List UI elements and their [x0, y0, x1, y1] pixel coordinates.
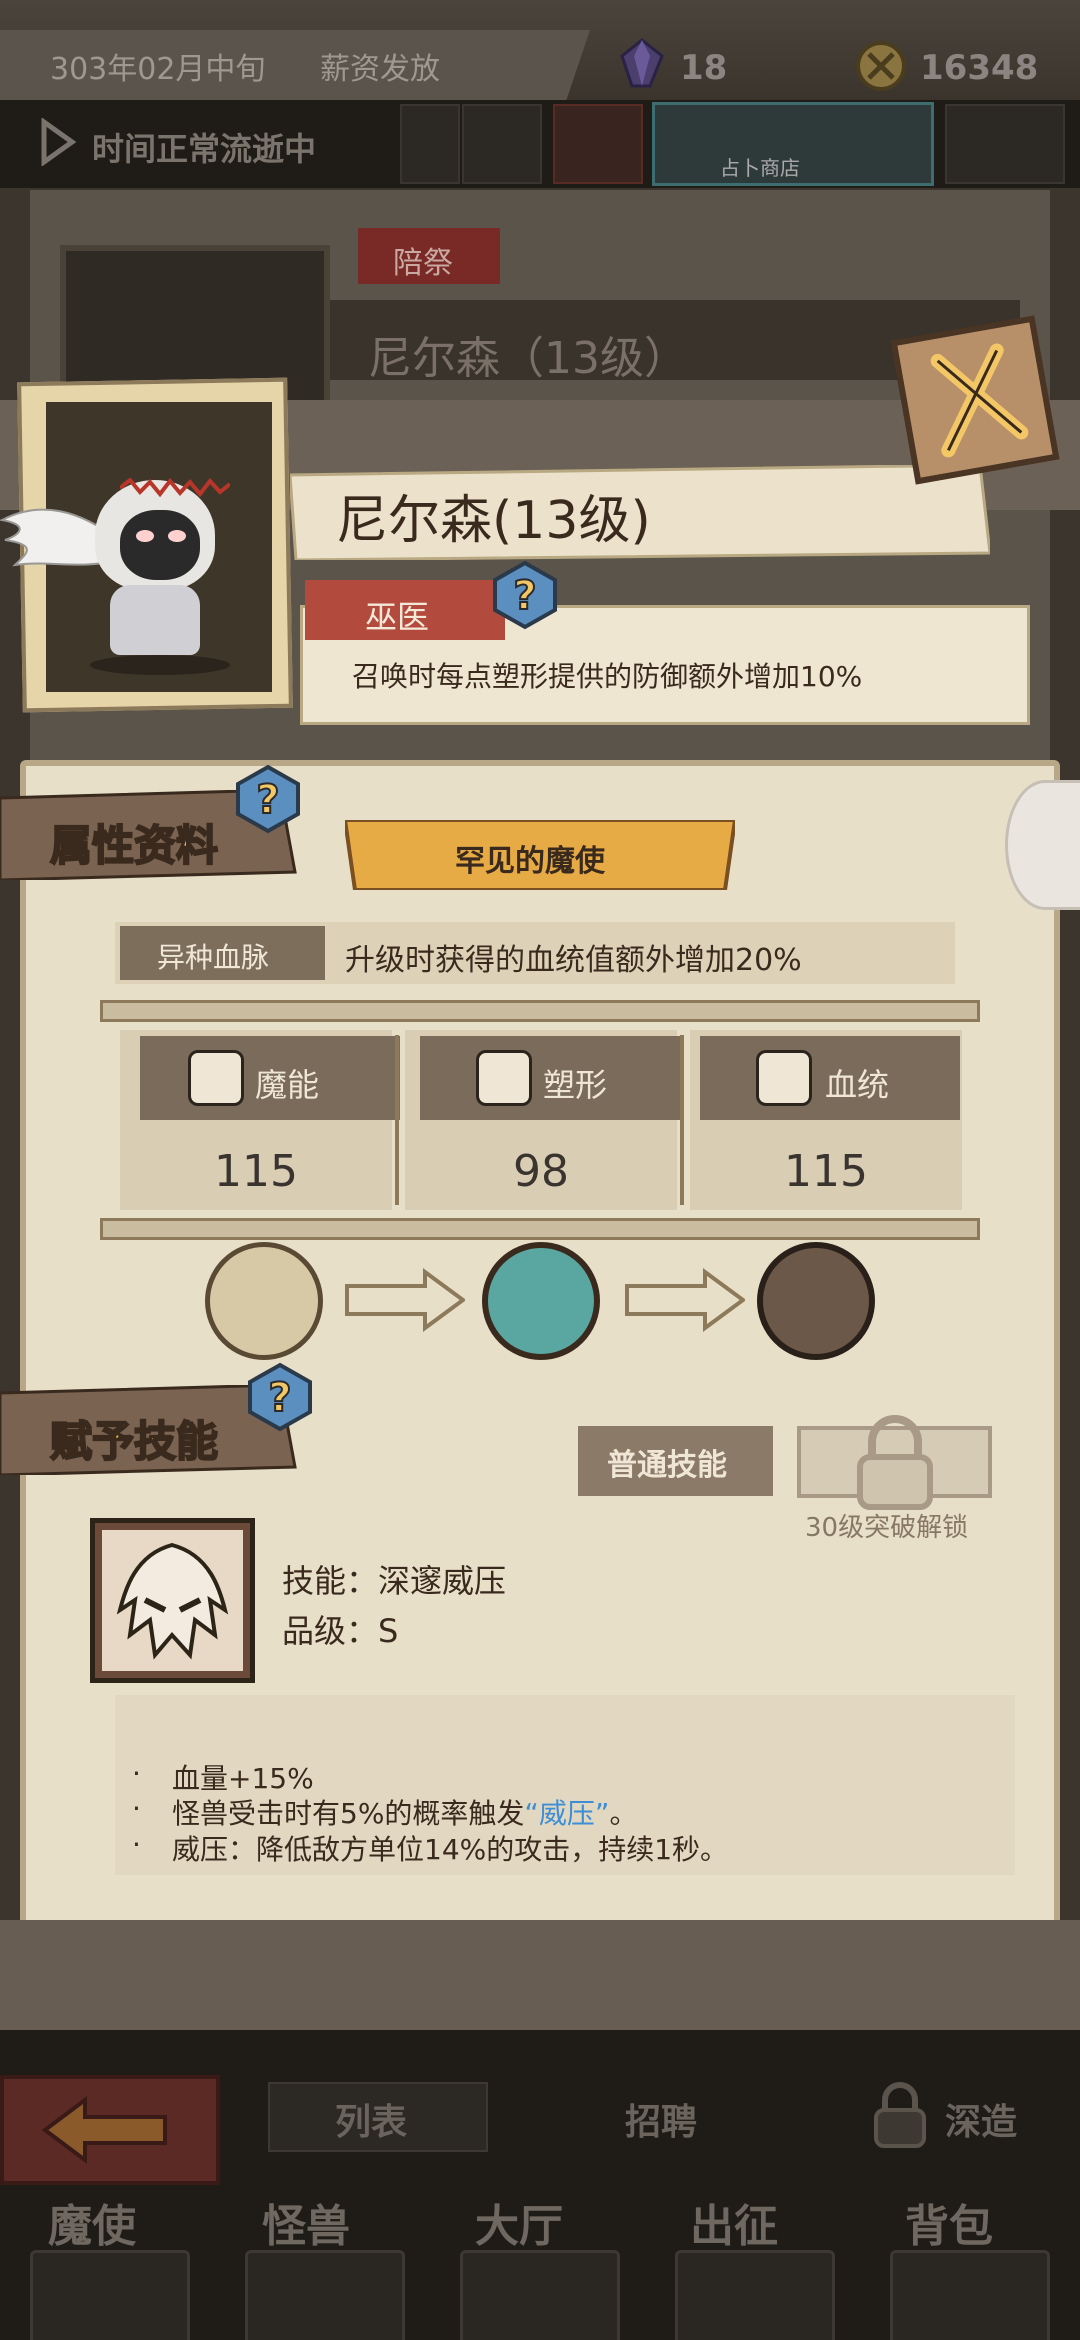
- nav-backpack-button[interactable]: [890, 2250, 1050, 2340]
- character-face: [120, 510, 200, 580]
- class-label: 巫医: [365, 598, 430, 636]
- quick-slot-4[interactable]: [945, 104, 1065, 184]
- lock-icon: [874, 2082, 926, 2148]
- bullet-dot: ·: [132, 1828, 141, 1861]
- nav-label-expedition: 出征: [690, 2201, 778, 2252]
- background-tag-label: 陪祭: [393, 246, 453, 281]
- class-description: 召唤时每点塑形提供的防御额外增加10%: [352, 660, 863, 693]
- tab-recruit[interactable]: 招聘: [625, 2093, 697, 2173]
- trait-description: 升级时获得的血统值额外增加20%: [345, 943, 802, 978]
- evolution-stage-3-locked[interactable]: [757, 1242, 875, 1360]
- evolution-stage-2[interactable]: [482, 1242, 600, 1360]
- trait-label: 异种血脉: [157, 941, 270, 974]
- tribal-pattern-band-bottom: [0, 1920, 1080, 2030]
- stat-divider: [395, 1035, 399, 1205]
- stat-value-magic: 115: [214, 1146, 298, 1197]
- evolution-arrow-icon: [345, 1268, 465, 1332]
- quick-slot-2[interactable]: [462, 104, 542, 184]
- tab-deep-study[interactable]: 深造: [945, 2093, 1017, 2173]
- svg-text:?: ?: [268, 1375, 291, 1421]
- nav-hall-button[interactable]: [460, 2250, 620, 2340]
- time-status: 时间正常流逝中: [92, 130, 317, 168]
- thorn-crown-icon: [120, 478, 230, 498]
- character-eye-right: [168, 530, 186, 542]
- side-toggle-button[interactable]: [1005, 780, 1080, 910]
- nav-label-demons: 魔使: [48, 2201, 136, 2252]
- play-icon[interactable]: [40, 118, 76, 166]
- tab-list-label: 列表: [335, 2102, 408, 2143]
- skill-effect-3: 威压：降低敌方单位14%的攻击，持续1秒。: [172, 1833, 729, 1866]
- class-help-icon[interactable]: ?: [490, 560, 560, 630]
- nav-monsters-button[interactable]: [245, 2250, 405, 2340]
- stat-divider: [680, 1035, 684, 1205]
- back-arrow-icon: [41, 2096, 167, 2164]
- lock-icon: [857, 1415, 933, 1510]
- evolution-stage-1[interactable]: [205, 1242, 323, 1360]
- nav-label-backpack: 背包: [905, 2201, 993, 2252]
- character-body: [110, 585, 200, 655]
- stat-value-shape: 98: [513, 1146, 569, 1197]
- stat-value-blood: 115: [784, 1146, 868, 1197]
- quick-slot-3[interactable]: [553, 104, 643, 184]
- magic-icon: [188, 1050, 244, 1106]
- blood-icon: [756, 1050, 812, 1106]
- keyword-highlight[interactable]: “威压”: [524, 1797, 609, 1830]
- hero-name: 尼尔森(13级): [336, 491, 651, 551]
- stats-rail-bottom: [100, 1218, 980, 1240]
- coin-icon: [856, 41, 906, 91]
- svg-text:?: ?: [256, 777, 279, 823]
- shop-label: 占卜商店: [720, 156, 800, 180]
- event-text: 薪资发放: [320, 52, 440, 87]
- bullet-dot: ·: [132, 1792, 141, 1825]
- background-name: 尼尔森（13级）: [368, 333, 688, 384]
- evolution-arrow-icon: [625, 1268, 745, 1332]
- stat-label-magic: 魔能: [255, 1066, 320, 1104]
- gem-icon: [620, 38, 664, 88]
- skill-name: 技能：深邃威压: [282, 1562, 507, 1600]
- nav-label-monsters: 怪兽: [262, 2201, 350, 2252]
- stat-label-blood: 血统: [825, 1066, 890, 1104]
- attributes-title: 属性资料: [49, 820, 219, 871]
- nav-label-hall: 大厅: [475, 2201, 563, 2252]
- shape-icon: [476, 1050, 532, 1106]
- unlock-requirement: 30级突破解锁: [805, 1513, 969, 1543]
- nav-expedition-button[interactable]: [675, 2250, 835, 2340]
- nav-demons-button[interactable]: [30, 2250, 190, 2340]
- skills-title: 赋予技能: [49, 1416, 219, 1467]
- svg-text:?: ?: [513, 573, 536, 619]
- coin-count: 16348: [920, 48, 1039, 88]
- character-shadow: [90, 655, 230, 675]
- stats-rail-top: [100, 1000, 980, 1022]
- skill-effect-2: 怪兽受击时有5%的概率触发“威压”。: [172, 1797, 638, 1830]
- quick-slot-1[interactable]: [400, 104, 460, 184]
- skill-effect-1: 血量+15%: [172, 1762, 314, 1795]
- game-date: 303年02月中旬: [50, 52, 266, 87]
- character-eye-left: [136, 530, 154, 542]
- gem-count: 18: [680, 48, 728, 88]
- stat-label-shape: 塑形: [543, 1066, 608, 1104]
- ghost-mask-icon: [116, 1542, 229, 1660]
- skills-help-icon[interactable]: ?: [245, 1362, 315, 1432]
- close-icon[interactable]: [885, 310, 1065, 490]
- attributes-help-icon[interactable]: ?: [233, 764, 303, 834]
- rarity-label: 罕见的魔使: [455, 844, 605, 879]
- skill-grade: 品级：S: [282, 1612, 399, 1650]
- normal-skill-label: 普通技能: [607, 1448, 727, 1483]
- bullet-dot: ·: [132, 1757, 141, 1790]
